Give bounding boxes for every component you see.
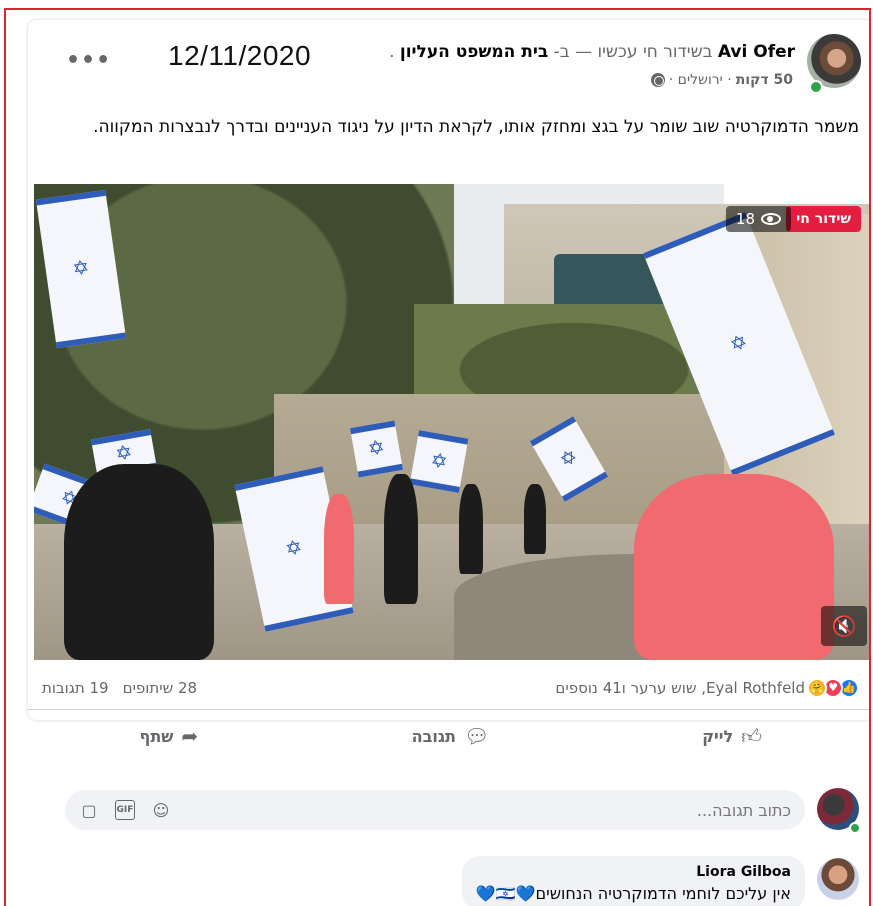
place-suffix: . xyxy=(389,42,395,62)
emoji-icon[interactable]: ☺ xyxy=(151,800,171,820)
live-badge: שידור חי xyxy=(786,206,861,232)
author-name[interactable]: Avi Ofer xyxy=(718,42,795,62)
post-header: Avi Ofer בשידור חי עכשיו — ב- בית המשפט … xyxy=(28,20,869,106)
share-button[interactable]: ➦ שתף xyxy=(28,712,310,760)
online-indicator xyxy=(849,822,861,834)
comment-input[interactable] xyxy=(171,800,791,820)
protester xyxy=(524,484,546,554)
post-text: משמר הדמוקרטיה שוב שומר על בגצ ומחזק אות… xyxy=(93,117,859,137)
post-card: Avi Ofer בשידור חי עכשיו — ב- בית המשפט … xyxy=(28,20,869,748)
comments-section: ▢ GIF ☺ Liora Gilboa אין עליכם לוחמי הדמ… xyxy=(28,766,869,906)
comment-author[interactable]: Liora Gilboa xyxy=(476,864,791,880)
flag xyxy=(350,420,403,478)
commenter-avatar[interactable] xyxy=(817,858,859,900)
comments-count[interactable]: 19 תגובות xyxy=(42,679,109,697)
live-now-text: בשידור חי עכשיו — ב- xyxy=(553,42,713,62)
comment-composer[interactable]: ▢ GIF ☺ xyxy=(65,790,805,830)
online-indicator xyxy=(809,80,823,94)
protester xyxy=(459,484,483,574)
post-time[interactable]: 50 דקות xyxy=(736,72,793,88)
comment-text: אין עליכם לוחמי הדמוקרטיה הנחושים💙🇮🇱💙 xyxy=(475,884,791,903)
author-line: Avi Ofer בשידור חי עכשיו — ב- בית המשפט … xyxy=(389,42,795,62)
post-actions: 👍︎ לייק 💬︎ תגובה ➦ שתף xyxy=(28,712,869,760)
counts: 28 שיתופים 19 תגובות xyxy=(42,679,197,697)
like-button[interactable]: 👍︎ לייק xyxy=(591,712,869,760)
mute-icon[interactable]: 🔇 xyxy=(821,606,867,646)
comment-button[interactable]: 💬︎ תגובה xyxy=(310,712,592,760)
sticker-icon[interactable]: ▢ xyxy=(79,800,99,820)
viewer-count: 18 xyxy=(725,206,791,232)
thumbs-up-icon: 👍︎ xyxy=(741,723,763,748)
share-arrow-icon: ➦ xyxy=(181,724,199,748)
composer-tools: ▢ GIF ☺ xyxy=(79,800,171,820)
shares-count[interactable]: 28 שיתופים xyxy=(123,679,197,697)
protester xyxy=(384,474,418,604)
like-label: לייק xyxy=(702,726,734,746)
flag xyxy=(409,430,469,493)
post-location: · ירושלים · xyxy=(668,72,732,88)
comment-bubble-icon: 💬︎ xyxy=(463,724,490,748)
protester xyxy=(64,464,214,660)
globe-icon xyxy=(650,73,665,87)
viewer-number: 18 xyxy=(735,210,755,228)
eye-icon xyxy=(761,213,781,225)
date-stamp: 12/11/2020 xyxy=(168,40,312,71)
place-link[interactable]: בית המשפט העליון xyxy=(400,42,548,62)
post-meta: 50 דקות · ירושלים · xyxy=(650,72,793,88)
reactors-text: Eyal Rothfeld, שוש ערער ו41 נוספים xyxy=(555,678,805,697)
reaction-icons: 👍 ♥ 🤗 xyxy=(807,677,859,698)
screenshot-frame: Avi Ofer בשידור חי עכשיו — ב- בית המשפט … xyxy=(4,8,871,906)
share-label: שתף xyxy=(139,726,174,746)
engagement-stats: 28 שיתופים 19 תגובות 👍 ♥ 🤗 Eyal Rothfeld… xyxy=(28,666,869,710)
reactions-summary[interactable]: 👍 ♥ 🤗 Eyal Rothfeld, שוש ערער ו41 נוספים xyxy=(555,677,859,698)
gif-icon[interactable]: GIF xyxy=(115,800,135,820)
live-video[interactable]: שידור חי 18 🔇 xyxy=(34,184,869,660)
protester xyxy=(324,494,354,604)
protester xyxy=(634,474,834,660)
more-dots-icon[interactable]: ••• xyxy=(66,48,111,73)
care-reaction-icon: 🤗 xyxy=(807,677,827,698)
comment-label: תגובה xyxy=(411,726,456,746)
comment-bubble: Liora Gilboa אין עליכם לוחמי הדמוקרטיה ה… xyxy=(461,856,805,906)
